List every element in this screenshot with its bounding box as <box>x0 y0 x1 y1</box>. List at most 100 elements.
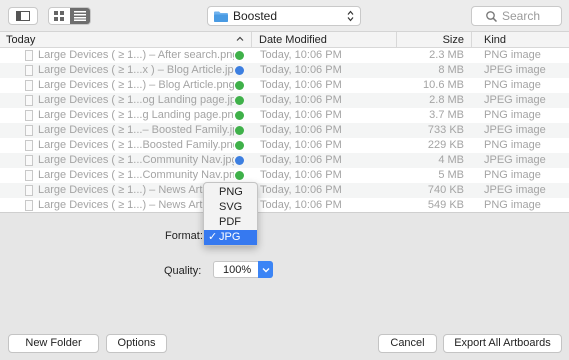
file-kind: PNG image <box>484 109 541 121</box>
folder-icon <box>214 11 228 22</box>
synced-status-icon <box>235 96 244 105</box>
synced-status-icon <box>235 51 244 60</box>
quality-select[interactable]: 100% <box>213 261 273 278</box>
checkmark-icon: ✓ <box>208 231 218 243</box>
location-label: Boosted <box>233 9 278 23</box>
file-row[interactable]: Large Devices ( ≥ 1...g Landing page.png… <box>0 108 569 123</box>
toolbar: Boosted Search <box>0 0 569 32</box>
file-name: Large Devices ( ≥ 1...) – Blog Article.p… <box>38 79 234 91</box>
file-icon <box>25 170 33 181</box>
search-field[interactable]: Search <box>471 6 562 26</box>
cancel-button[interactable]: Cancel <box>378 334 437 353</box>
file-row[interactable]: Large Devices ( ≥ 1...Boosted Family.png… <box>0 138 569 153</box>
file-row[interactable]: Large Devices ( ≥ 1...) – News Article T… <box>0 183 569 198</box>
file-kind: JPEG image <box>484 64 546 76</box>
view-mode-switch <box>48 7 91 25</box>
file-icon <box>25 50 33 61</box>
file-name: Large Devices ( ≥ 1...g Landing page.png <box>38 109 234 121</box>
file-icon <box>25 155 33 166</box>
column-header: Today Date Modified Size Kind <box>0 32 569 48</box>
format-option-svg[interactable]: SVG <box>204 200 257 215</box>
file-kind: PNG image <box>484 49 541 61</box>
file-icon <box>25 185 33 196</box>
file-size: 5 MB <box>438 169 464 181</box>
size-column-header[interactable]: Size <box>397 32 472 48</box>
icon-view-button[interactable] <box>49 8 70 24</box>
file-row[interactable]: Large Devices ( ≥ 1...) – After search.p… <box>0 48 569 63</box>
file-kind: PNG image <box>484 199 541 211</box>
file-size: 3.7 MB <box>429 109 464 121</box>
syncing-status-icon <box>235 156 244 165</box>
file-kind: JPEG image <box>484 94 546 106</box>
file-icon <box>25 80 33 91</box>
kind-column-header[interactable]: Kind <box>472 32 569 48</box>
file-date: Today, 10:06 PM <box>260 184 342 196</box>
format-option-png[interactable]: PNG <box>204 185 257 200</box>
file-name: Large Devices ( ≥ 1...og Landing page.jp… <box>38 94 234 106</box>
synced-status-icon <box>235 126 244 135</box>
file-row[interactable]: Large Devices ( ≥ 1...) – Blog Article.p… <box>0 78 569 93</box>
format-option-jpg[interactable]: ✓ JPG <box>204 230 257 245</box>
synced-status-icon <box>235 141 244 150</box>
file-name: Large Devices ( ≥ 1...Boosted Family.png <box>38 139 234 151</box>
file-icon <box>25 110 33 121</box>
file-date: Today, 10:06 PM <box>260 109 342 121</box>
format-option-label: JPG <box>219 231 241 243</box>
date-column-header[interactable]: Date Modified <box>252 32 397 48</box>
file-date: Today, 10:06 PM <box>260 79 342 91</box>
syncing-status-icon <box>235 66 244 75</box>
file-date: Today, 10:06 PM <box>260 154 342 166</box>
grid-icon <box>54 11 65 21</box>
new-folder-button[interactable]: New Folder <box>8 334 99 353</box>
file-size: 2.3 MB <box>429 49 464 61</box>
quality-value: 100% <box>223 264 252 276</box>
file-size: 549 KB <box>427 199 464 211</box>
format-menu[interactable]: PNG SVG PDF ✓ JPG <box>203 182 258 246</box>
synced-status-icon <box>235 111 244 120</box>
file-date: Today, 10:06 PM <box>260 169 342 181</box>
location-popup[interactable]: Boosted <box>207 6 361 26</box>
file-row[interactable]: Large Devices ( ≥ 1...x ) – Blog Article… <box>0 63 569 78</box>
file-date: Today, 10:06 PM <box>260 124 342 136</box>
file-size: 2.8 MB <box>429 94 464 106</box>
options-button[interactable]: Options <box>106 334 167 353</box>
file-kind: PNG image <box>484 79 541 91</box>
file-row[interactable]: Large Devices ( ≥ 1...Community Nav.png … <box>0 168 569 183</box>
format-option-pdf[interactable]: PDF <box>204 215 257 230</box>
format-label: Format: <box>165 230 203 242</box>
file-row[interactable]: Large Devices ( ≥ 1...– Boosted Family.j… <box>0 123 569 138</box>
synced-status-icon <box>235 81 244 90</box>
sort-ascending-icon <box>236 36 244 41</box>
file-list[interactable]: Large Devices ( ≥ 1...) – After search.p… <box>0 48 569 212</box>
file-date: Today, 10:06 PM <box>260 49 342 61</box>
file-size: 229 KB <box>427 139 464 151</box>
sidebar-toggle-button[interactable] <box>8 7 38 25</box>
file-kind: JPEG image <box>484 154 546 166</box>
file-row[interactable]: Large Devices ( ≥ 1...) – News Article T… <box>0 198 569 212</box>
chevron-down-icon <box>262 267 269 272</box>
name-column-header[interactable]: Today <box>0 32 252 48</box>
file-icon <box>25 95 33 106</box>
file-icon <box>25 200 33 211</box>
list-view-button[interactable] <box>69 8 90 24</box>
file-date: Today, 10:06 PM <box>260 139 342 151</box>
updown-chevron-icon <box>347 10 354 22</box>
file-icon <box>25 140 33 151</box>
file-date: Today, 10:06 PM <box>260 94 342 106</box>
file-icon <box>25 65 33 76</box>
file-name: Large Devices ( ≥ 1...– Boosted Family.j… <box>38 124 234 136</box>
quality-dropdown-button[interactable] <box>258 261 273 278</box>
file-size: 8 MB <box>438 64 464 76</box>
file-kind: PNG image <box>484 139 541 151</box>
file-size: 10.6 MB <box>423 79 464 91</box>
file-name: Large Devices ( ≥ 1...Community Nav.png <box>38 169 234 181</box>
file-name: Large Devices ( ≥ 1...) – After search.p… <box>38 49 234 61</box>
file-row[interactable]: Large Devices ( ≥ 1...og Landing page.jp… <box>0 93 569 108</box>
synced-status-icon <box>235 171 244 180</box>
search-icon <box>486 10 497 22</box>
list-icon <box>73 11 86 21</box>
file-size: 740 KB <box>427 184 464 196</box>
file-date: Today, 10:06 PM <box>260 64 342 76</box>
export-button[interactable]: Export All Artboards <box>443 334 562 353</box>
file-row[interactable]: Large Devices ( ≥ 1...Community Nav.jpg … <box>0 153 569 168</box>
